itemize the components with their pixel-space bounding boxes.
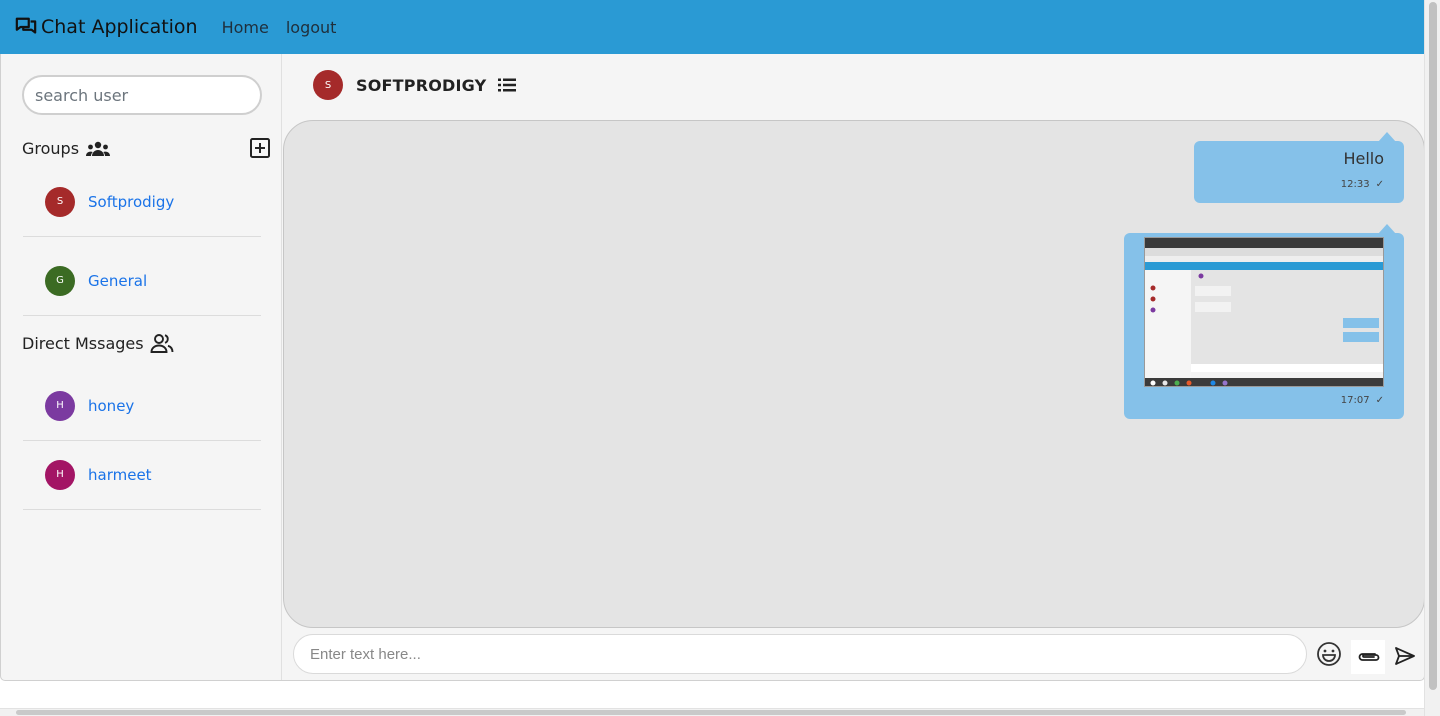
message-bubble-image: 17:07 ✓	[1124, 224, 1404, 419]
chat-title: SOFTPRODIGY	[356, 75, 487, 95]
chat-bubbles-icon	[15, 16, 37, 38]
avatar: G	[45, 265, 75, 296]
paperclip-icon	[1358, 653, 1380, 661]
chat-header: S SOFTPRODIGY	[313, 70, 517, 100]
sidebar-item-label[interactable]: General	[88, 272, 147, 290]
nav-home-link[interactable]: Home	[222, 18, 269, 37]
avatar: S	[45, 186, 75, 217]
sidebar-item-label[interactable]: honey	[88, 397, 134, 415]
messages-area: Hello 12:33 ✓ 17:07 ✓	[283, 120, 1425, 628]
sidebar-item-group-softprodigy[interactable]: S Softprodigy	[23, 167, 261, 237]
direct-messages-title: Direct Mssages	[22, 333, 144, 353]
chat-card: Groups S Softprodigy G General Direct Ms…	[0, 54, 1425, 681]
message-meta: 17:07 ✓	[1341, 395, 1384, 406]
plus-square-icon[interactable]	[249, 137, 271, 159]
group-icon	[86, 141, 111, 156]
message-time: 12:33	[1340, 179, 1370, 190]
horizontal-scrollbar-thumb[interactable]	[16, 710, 1406, 715]
send-icon	[1395, 647, 1415, 665]
nav-logout-link[interactable]: logout	[286, 18, 337, 37]
brand-title: Chat Application	[41, 16, 198, 38]
horizontal-scrollbar[interactable]	[0, 708, 1424, 716]
avatar: H	[45, 390, 75, 421]
users-icon	[150, 334, 174, 353]
vertical-scrollbar-thumb[interactable]	[1429, 2, 1437, 690]
message-meta: 12:33 ✓	[1341, 179, 1384, 190]
avatar: H	[45, 459, 75, 490]
emoji-button[interactable]	[1315, 640, 1343, 668]
vertical-scrollbar[interactable]	[1424, 0, 1440, 716]
message-bubble: Hello 12:33 ✓	[1194, 132, 1404, 203]
attach-button[interactable]	[1351, 640, 1385, 674]
sidebar-item-label[interactable]: Softprodigy	[88, 193, 174, 211]
search-user-input[interactable]	[22, 75, 262, 115]
send-button[interactable]	[1393, 644, 1417, 668]
navbar: Chat Application Home logout	[0, 0, 1424, 54]
message-status: ✓	[1375, 395, 1384, 406]
sidebar-item-dm-honey[interactable]: H honey	[23, 371, 261, 441]
emoji-icon	[1317, 642, 1341, 666]
brand[interactable]: Chat Application	[15, 16, 198, 38]
sidebar-item-group-general[interactable]: G General	[23, 246, 261, 316]
avatar: S	[313, 70, 343, 100]
list-icon[interactable]	[497, 75, 517, 95]
message-input[interactable]	[293, 634, 1307, 674]
direct-messages-heading: Direct Mssages	[22, 332, 174, 354]
message-text: Hello	[1343, 149, 1384, 168]
image-attachment[interactable]	[1144, 237, 1384, 387]
groups-heading: Groups	[22, 139, 111, 158]
screenshot-thumbnail	[1145, 238, 1383, 386]
sidebar: Groups S Softprodigy G General Direct Ms…	[1, 54, 282, 680]
message-status: ✓	[1375, 179, 1384, 190]
message-time: 17:07	[1340, 395, 1370, 406]
sidebar-item-label[interactable]: harmeet	[88, 466, 152, 484]
sidebar-item-dm-harmeet[interactable]: H harmeet	[23, 440, 261, 510]
groups-title: Groups	[22, 139, 80, 158]
